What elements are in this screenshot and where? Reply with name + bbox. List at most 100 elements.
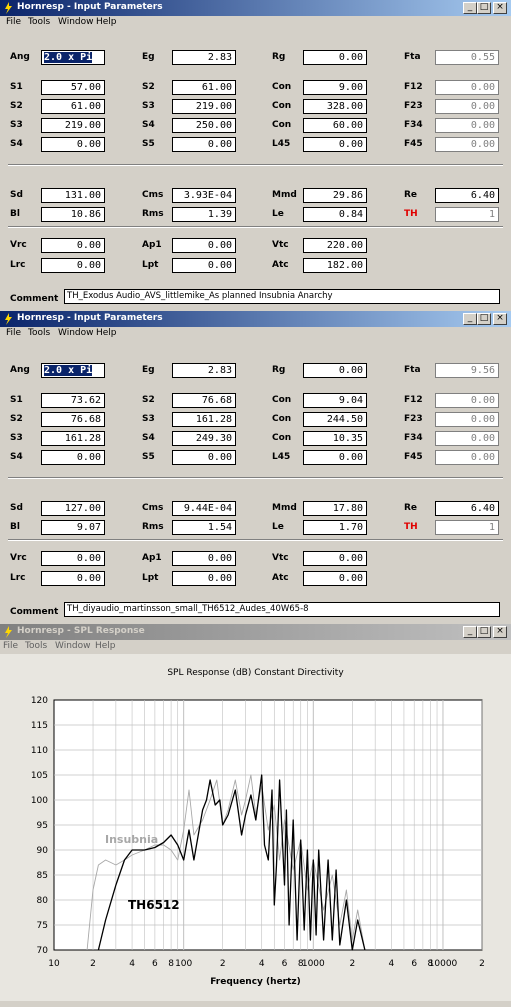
- field-s2a[interactable]: 76.68: [172, 393, 236, 408]
- field-s3a[interactable]: 161.28: [172, 412, 236, 427]
- field-bl[interactable]: 10.86: [41, 207, 105, 222]
- field-vtc[interactable]: 0.00: [303, 551, 367, 566]
- label-lpt: Lpt: [142, 260, 159, 270]
- field-con2[interactable]: 328.00: [303, 99, 367, 114]
- field-f23[interactable]: 0.00: [435, 99, 499, 114]
- field-ap1[interactable]: 0.00: [172, 551, 236, 566]
- field-f12[interactable]: 0.00: [435, 80, 499, 95]
- label-fta: Fta: [404, 52, 421, 62]
- menu-help[interactable]: Help: [96, 17, 117, 27]
- minimize-button[interactable]: _: [463, 313, 477, 325]
- y-tick-label: 105: [31, 771, 48, 781]
- field-vrc[interactable]: 0.00: [41, 238, 105, 253]
- field-s1[interactable]: 57.00: [41, 80, 105, 95]
- field-s1[interactable]: 73.62: [41, 393, 105, 408]
- field-atc[interactable]: 0.00: [303, 571, 367, 586]
- label-s5: S5: [142, 139, 155, 149]
- x-tick-label: 2: [90, 959, 96, 969]
- field-rg[interactable]: 0.00: [303, 50, 367, 65]
- label-th: TH: [404, 522, 418, 532]
- label-ap1: Ap1: [142, 240, 162, 250]
- field-rms[interactable]: 1.54: [172, 520, 236, 535]
- field-s3[interactable]: 161.28: [41, 431, 105, 446]
- field-con3[interactable]: 10.35: [303, 431, 367, 446]
- field-s4[interactable]: 0.00: [41, 137, 105, 152]
- field-cms[interactable]: 3.93E-04: [172, 188, 236, 203]
- menu-file[interactable]: File: [6, 17, 21, 27]
- label-lpt: Lpt: [142, 573, 159, 583]
- menu-window[interactable]: Window: [58, 17, 94, 27]
- field-ang[interactable]: 2.0 x Pi: [41, 50, 105, 65]
- field-l45[interactable]: 0.00: [303, 137, 367, 152]
- field-fta[interactable]: 0.55: [435, 50, 499, 65]
- field-le[interactable]: 0.84: [303, 207, 367, 222]
- field-s3[interactable]: 219.00: [41, 118, 105, 133]
- field-con1[interactable]: 9.04: [303, 393, 367, 408]
- close-button[interactable]: ×: [493, 2, 507, 14]
- menu-help[interactable]: Help: [96, 328, 117, 338]
- label-rg: Rg: [272, 52, 286, 62]
- field-s2[interactable]: 76.68: [41, 412, 105, 427]
- field-s2a[interactable]: 61.00: [172, 80, 236, 95]
- field-con1[interactable]: 9.00: [303, 80, 367, 95]
- label-con: Con: [272, 414, 292, 424]
- field-bl[interactable]: 9.07: [41, 520, 105, 535]
- field-s4[interactable]: 0.00: [41, 450, 105, 465]
- field-s5[interactable]: 0.00: [172, 137, 236, 152]
- field-mmd[interactable]: 17.80: [303, 501, 367, 516]
- field-f12[interactable]: 0.00: [435, 393, 499, 408]
- field-s4a[interactable]: 249.30: [172, 431, 236, 446]
- field-th[interactable]: 1: [435, 520, 499, 535]
- comment-field[interactable]: TH_diyaudio_martinsson_small_TH6512_Aude…: [64, 602, 500, 617]
- field-f34[interactable]: 0.00: [435, 431, 499, 446]
- menu-tools[interactable]: Tools: [28, 17, 50, 27]
- menu-tools[interactable]: Tools: [28, 328, 50, 338]
- field-lrc[interactable]: 0.00: [41, 571, 105, 586]
- field-rg[interactable]: 0.00: [303, 363, 367, 378]
- close-button[interactable]: ×: [493, 313, 507, 325]
- menu-file[interactable]: File: [6, 328, 21, 338]
- label-s3: S3: [142, 101, 155, 111]
- field-s2[interactable]: 61.00: [41, 99, 105, 114]
- field-re[interactable]: 6.40: [435, 188, 499, 203]
- field-cms[interactable]: 9.44E-04: [172, 501, 236, 516]
- field-ang[interactable]: 2.0 x Pi: [41, 363, 105, 378]
- field-lpt[interactable]: 0.00: [172, 571, 236, 586]
- field-le[interactable]: 1.70: [303, 520, 367, 535]
- label-cms: Cms: [142, 503, 164, 513]
- y-tick-label: 95: [37, 821, 48, 831]
- label-lrc: Lrc: [10, 573, 26, 583]
- field-sd[interactable]: 127.00: [41, 501, 105, 516]
- field-atc[interactable]: 182.00: [303, 258, 367, 273]
- field-vrc[interactable]: 0.00: [41, 551, 105, 566]
- field-eg[interactable]: 2.83: [172, 50, 236, 65]
- field-f34[interactable]: 0.00: [435, 118, 499, 133]
- label-f34: F34: [404, 433, 423, 443]
- field-f45[interactable]: 0.00: [435, 450, 499, 465]
- field-s5[interactable]: 0.00: [172, 450, 236, 465]
- field-vtc[interactable]: 220.00: [303, 238, 367, 253]
- field-con3[interactable]: 60.00: [303, 118, 367, 133]
- field-lpt[interactable]: 0.00: [172, 258, 236, 273]
- field-fta[interactable]: 9.56: [435, 363, 499, 378]
- label-con: Con: [272, 101, 292, 111]
- field-s4a[interactable]: 250.00: [172, 118, 236, 133]
- maximize-button[interactable]: □: [477, 2, 491, 14]
- field-mmd[interactable]: 29.86: [303, 188, 367, 203]
- menu-window[interactable]: Window: [58, 328, 94, 338]
- field-ap1[interactable]: 0.00: [172, 238, 236, 253]
- field-f23[interactable]: 0.00: [435, 412, 499, 427]
- field-con2[interactable]: 244.50: [303, 412, 367, 427]
- minimize-button[interactable]: _: [463, 2, 477, 14]
- comment-field[interactable]: TH_Exodus Audio_AVS_littlemike_As planne…: [64, 289, 500, 304]
- field-th[interactable]: 1: [435, 207, 499, 222]
- field-sd[interactable]: 131.00: [41, 188, 105, 203]
- maximize-button[interactable]: □: [477, 313, 491, 325]
- field-f45[interactable]: 0.00: [435, 137, 499, 152]
- field-rms[interactable]: 1.39: [172, 207, 236, 222]
- field-lrc[interactable]: 0.00: [41, 258, 105, 273]
- field-l45[interactable]: 0.00: [303, 450, 367, 465]
- field-s3a[interactable]: 219.00: [172, 99, 236, 114]
- field-re[interactable]: 6.40: [435, 501, 499, 516]
- field-eg[interactable]: 2.83: [172, 363, 236, 378]
